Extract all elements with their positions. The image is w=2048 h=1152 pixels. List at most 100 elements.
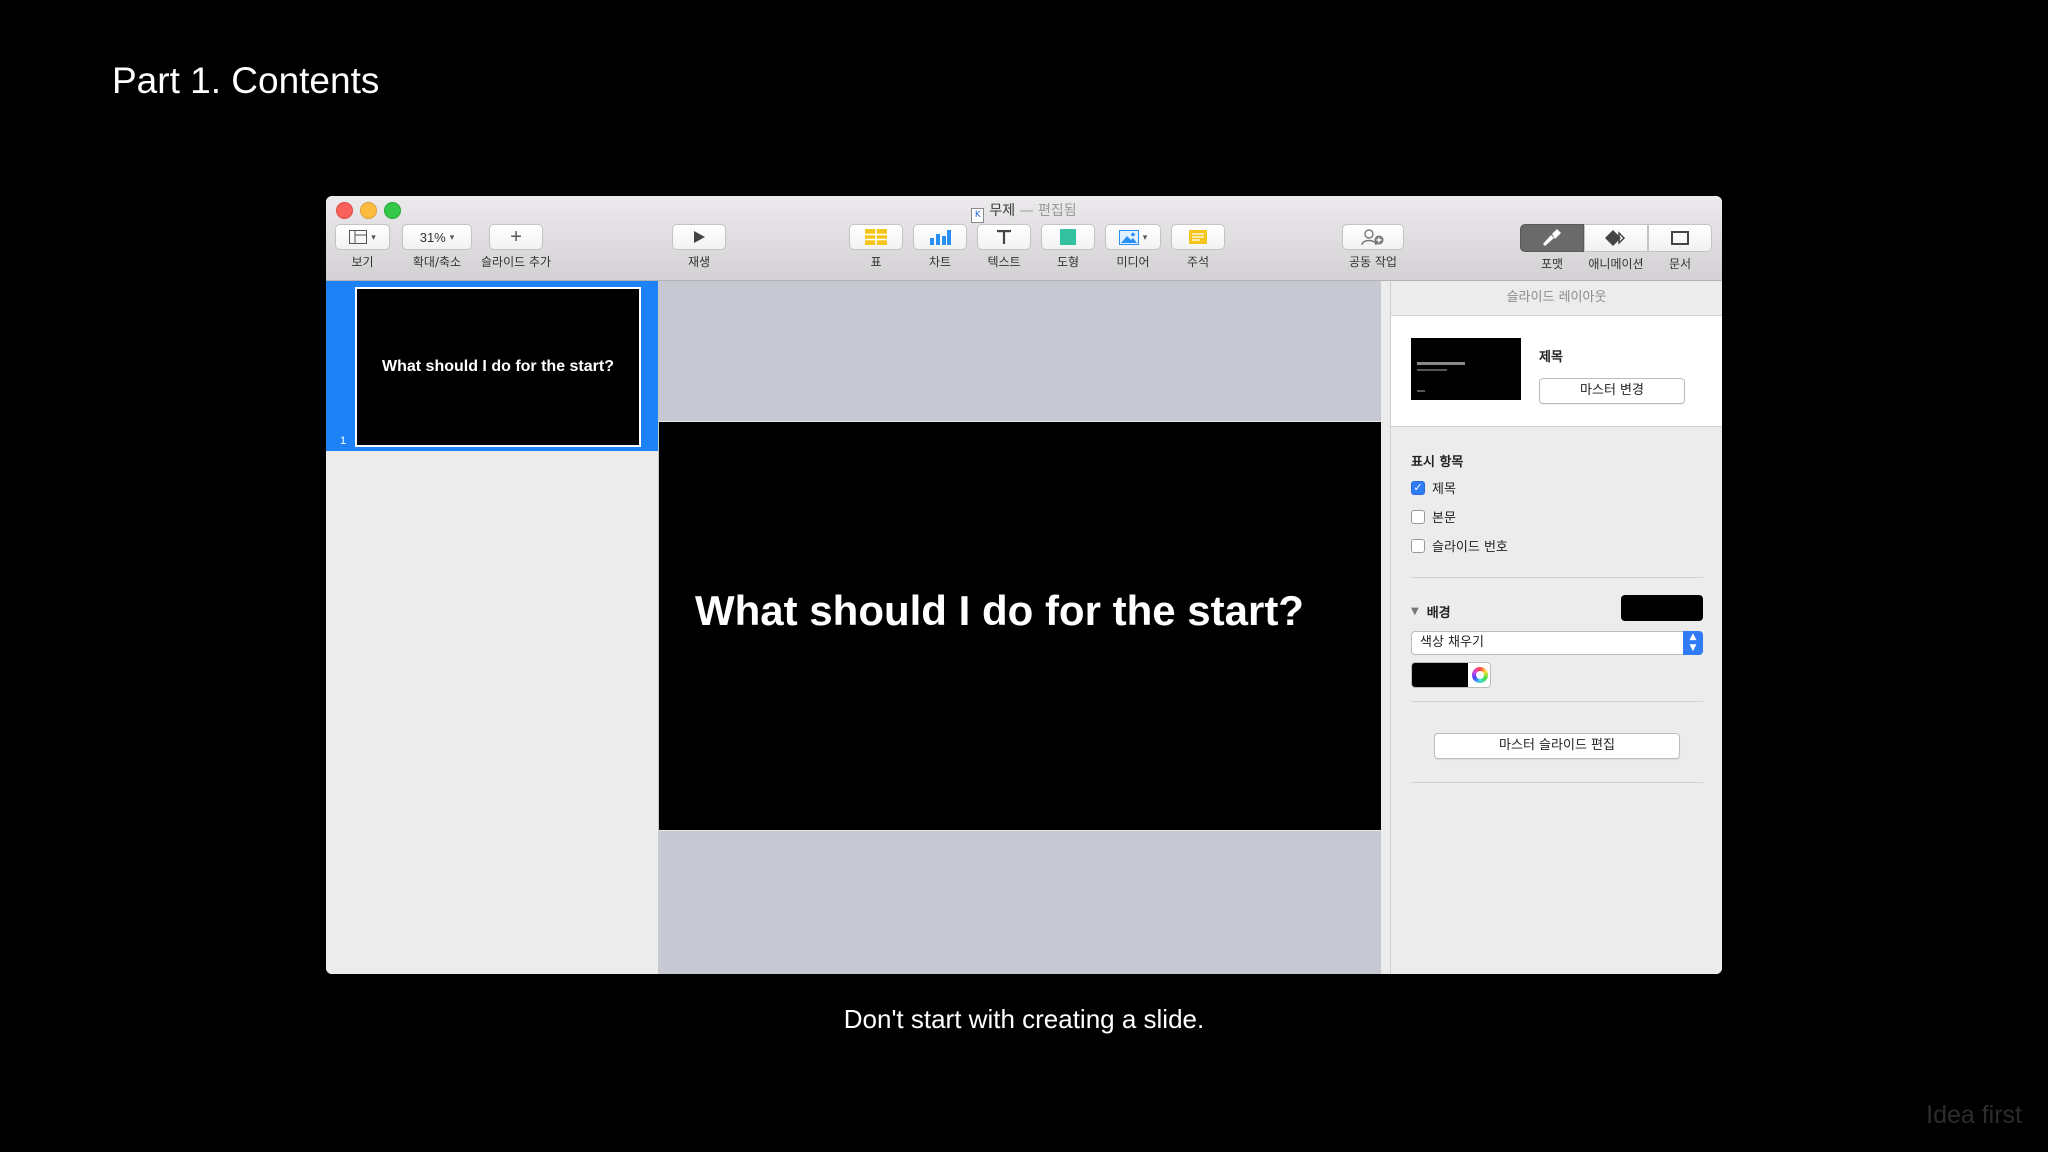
master-thumbnail[interactable] [1411, 338, 1521, 400]
media-button[interactable]: ▾ [1105, 224, 1161, 250]
checkbox-label: 본문 [1432, 511, 1456, 526]
format-label: 포맷 [1540, 257, 1564, 271]
updown-chevron-icon: ▲ ▼ [1683, 631, 1703, 655]
text-icon [997, 230, 1011, 244]
animate-diamond-icon [1605, 230, 1626, 246]
animate-tab[interactable] [1584, 224, 1648, 252]
comment-button[interactable] [1171, 224, 1225, 250]
text-button[interactable] [977, 224, 1031, 250]
table-button[interactable] [849, 224, 903, 250]
slide-number-checkbox[interactable] [1411, 538, 1425, 553]
play-control[interactable]: 재생 [672, 224, 726, 270]
document-name: 무제 [989, 203, 1016, 219]
format-inspector: 슬라이드 레이아웃 제목 마스터 변경 표시 항목 ✓ 제목 본문 슬라이드 번… [1390, 281, 1722, 974]
view-button[interactable]: ▾ [335, 224, 390, 250]
collaborate-button[interactable] [1342, 224, 1404, 250]
checkbox-row-slide-number[interactable]: 슬라이드 번호 [1411, 536, 1508, 555]
image-icon [1118, 229, 1139, 245]
plus-icon: + [510, 226, 522, 248]
add-person-icon [1361, 229, 1384, 245]
background-color-swatch[interactable] [1621, 595, 1703, 621]
watermark: Idea first [1926, 1101, 2022, 1129]
color-well-fill [1412, 663, 1468, 687]
slide-navigator: 1 What should I do for the start? [326, 281, 659, 974]
add-slide-control[interactable]: + 슬라이드 추가 [481, 224, 551, 270]
background-label: 배경 [1426, 606, 1451, 621]
zoom-value: 31% [419, 229, 446, 245]
comment-label: 주석 [1186, 255, 1210, 269]
divider [1411, 782, 1703, 783]
paintbrush-icon [1543, 229, 1561, 246]
divider [1411, 577, 1703, 578]
format-tab[interactable] [1520, 224, 1584, 252]
change-master-button[interactable]: 마스터 변경 [1539, 378, 1685, 404]
slide-canvas: What should I do for the start? [659, 281, 1381, 974]
sidebar-layout-icon [349, 230, 368, 244]
document-label: 문서 [1668, 257, 1692, 271]
slide-thumbnail[interactable]: What should I do for the start? [355, 287, 641, 447]
keynote-document-icon: K [971, 208, 985, 223]
document-tab[interactable] [1648, 224, 1712, 252]
fill-type-value: 색상 채우기 [1420, 635, 1484, 650]
text-label: 텍스트 [987, 255, 1021, 269]
keynote-window: K 무제 — 편집됨 ▾ 보기 31% ▾ 확대/축소 + 슬라이드 추가 재생… [326, 196, 1722, 974]
disclosure-triangle-icon[interactable]: ▼ [1411, 606, 1419, 617]
checkbox-row-title[interactable]: ✓ 제목 [1411, 478, 1456, 497]
zoom-label: 확대/축소 [412, 255, 462, 269]
zoom-popup[interactable]: 31% ▾ [402, 224, 472, 250]
media-control[interactable]: ▾ 미디어 [1105, 224, 1161, 270]
zoom-control[interactable]: 31% ▾ 확대/축소 [402, 224, 472, 270]
title-bar: K 무제 — 편집됨 ▾ 보기 31% ▾ 확대/축소 + 슬라이드 추가 재생… [326, 196, 1722, 281]
slide-thumbnail-selection[interactable]: 1 What should I do for the start? [326, 281, 658, 451]
collaborate-control[interactable]: 공동 작업 [1342, 224, 1404, 270]
chevron-down-icon: ▾ [1142, 231, 1148, 242]
document-icon [1671, 231, 1689, 245]
play-icon [694, 231, 705, 243]
slide-number: 1 [340, 435, 347, 447]
table-control[interactable]: 표 [849, 224, 903, 270]
collaborate-label: 공동 작업 [1349, 255, 1397, 269]
title-checkbox[interactable]: ✓ [1411, 480, 1425, 495]
chevron-down-icon: ▾ [449, 231, 455, 242]
checkbox-row-body[interactable]: 본문 [1411, 507, 1456, 526]
color-well[interactable] [1411, 662, 1491, 688]
shape-button[interactable] [1041, 224, 1095, 250]
slide-title-text[interactable]: What should I do for the start? [695, 587, 1304, 635]
slide-caption: Don't start with creating a slide. [843, 1004, 1205, 1034]
shape-icon [1060, 229, 1076, 245]
checkbox-label: 슬라이드 번호 [1432, 540, 1508, 555]
checkbox-label: 제목 [1432, 482, 1456, 497]
shape-control[interactable]: 도형 [1041, 224, 1095, 270]
layout-name: 제목 [1539, 350, 1563, 365]
chart-button[interactable] [913, 224, 967, 250]
slide-thumbnail-title: What should I do for the start? [382, 358, 614, 375]
color-wheel-icon[interactable] [1472, 667, 1488, 683]
inspector-segmented-control[interactable] [1520, 224, 1712, 252]
fill-type-select[interactable]: 색상 채우기 ▲ ▼ [1411, 631, 1703, 655]
animate-label: 애니메이션 [1588, 257, 1644, 271]
body-checkbox[interactable] [1411, 509, 1425, 524]
background-section-title[interactable]: ▼ 배경 [1411, 602, 1451, 621]
bar-chart-icon [930, 230, 951, 245]
comment-control[interactable]: 주석 [1171, 224, 1225, 270]
add-slide-label: 슬라이드 추가 [481, 255, 552, 269]
comment-icon [1189, 230, 1207, 244]
slide-layout-box: 제목 마스터 변경 [1391, 316, 1722, 427]
edit-master-slide-button[interactable]: 마스터 슬라이드 편집 [1434, 733, 1680, 759]
slide[interactable]: What should I do for the start? [659, 421, 1381, 831]
chart-control[interactable]: 차트 [913, 224, 967, 270]
table-label: 표 [870, 255, 882, 269]
text-control[interactable]: 텍스트 [977, 224, 1031, 270]
play-label: 재생 [687, 255, 711, 269]
chart-label: 차트 [928, 255, 952, 269]
window-title: K 무제 — 편집됨 [326, 200, 1722, 223]
media-label: 미디어 [1116, 255, 1150, 269]
play-button[interactable] [672, 224, 726, 250]
inspector-mode-control[interactable]: 포맷 애니메이션 문서 [1520, 224, 1712, 272]
table-icon [865, 229, 887, 245]
view-label: 보기 [351, 255, 374, 269]
shape-label: 도형 [1056, 255, 1080, 269]
add-slide-button[interactable]: + [489, 224, 544, 250]
view-control[interactable]: ▾ 보기 [335, 224, 390, 270]
appearance-section-title: 표시 항목 [1411, 455, 1464, 470]
